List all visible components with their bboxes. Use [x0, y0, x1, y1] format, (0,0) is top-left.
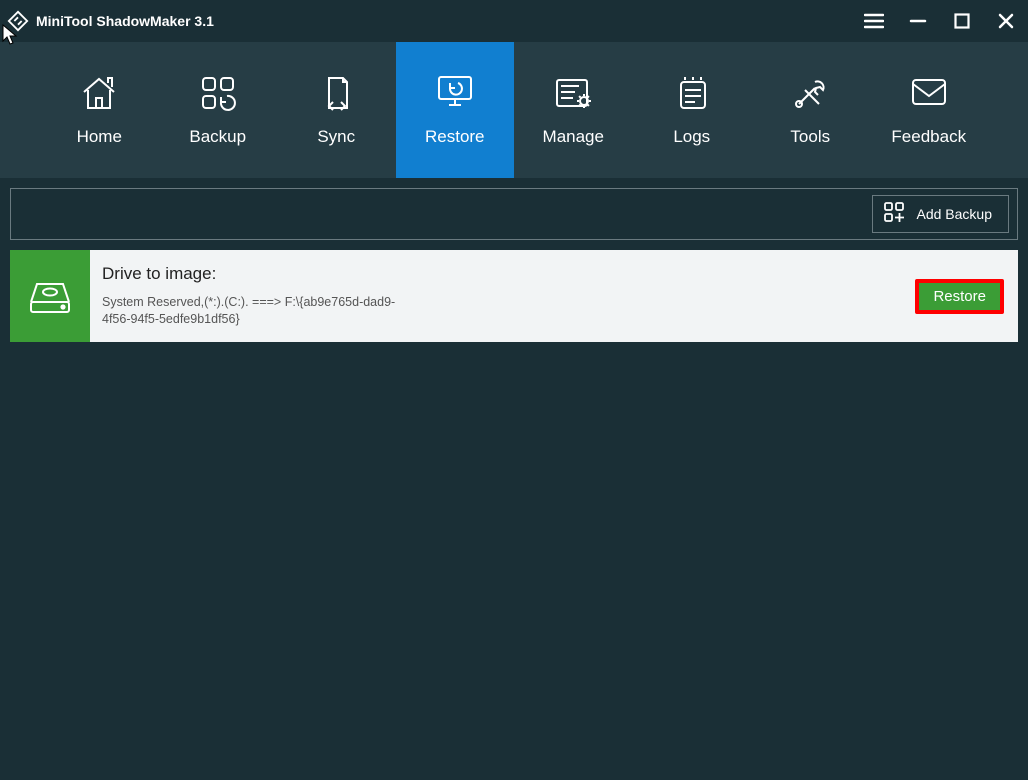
nav-label: Logs	[673, 127, 710, 147]
add-backup-label: Add Backup	[917, 206, 993, 222]
maximize-button[interactable]	[940, 0, 984, 42]
nav-item-tools[interactable]: Tools	[751, 42, 870, 178]
nav-label: Restore	[425, 127, 485, 147]
backup-icon	[196, 73, 240, 113]
home-icon	[77, 73, 121, 113]
titlebar: MiniTool ShadowMaker 3.1	[0, 0, 1028, 42]
nav-item-backup[interactable]: Backup	[159, 42, 278, 178]
backup-list-item: Drive to image: System Reserved,(*:).(C:…	[10, 250, 1018, 342]
add-backup-button[interactable]: Add Backup	[872, 195, 1010, 233]
feedback-icon	[907, 73, 951, 113]
add-backup-icon	[883, 201, 907, 228]
nav-item-feedback[interactable]: Feedback	[870, 42, 989, 178]
backup-list: Drive to image: System Reserved,(*:).(C:…	[10, 250, 1018, 342]
nav-item-restore[interactable]: Restore	[396, 42, 515, 178]
nav-label: Sync	[317, 127, 355, 147]
drive-icon	[10, 250, 90, 342]
backup-item-actions: Restore	[915, 250, 1018, 342]
close-button[interactable]	[984, 0, 1028, 42]
nav-item-sync[interactable]: Sync	[277, 42, 396, 178]
backup-item-title: Drive to image:	[102, 264, 901, 284]
menu-button[interactable]	[852, 0, 896, 42]
manage-icon	[551, 73, 595, 113]
main-nav: Home Backup Sync	[0, 42, 1028, 178]
nav-label: Feedback	[891, 127, 966, 147]
tools-icon	[788, 73, 832, 113]
backup-item-detail: System Reserved,(*:).(C:). ===> F:\{ab9e…	[102, 294, 402, 329]
nav-label: Manage	[543, 127, 604, 147]
app-title: MiniTool ShadowMaker 3.1	[36, 13, 214, 29]
backup-item-content: Drive to image: System Reserved,(*:).(C:…	[90, 250, 915, 342]
restore-button[interactable]: Restore	[915, 279, 1004, 314]
nav-label: Home	[77, 127, 122, 147]
nav-label: Backup	[189, 127, 246, 147]
app-logo-icon	[6, 9, 30, 33]
toolbar: Add Backup	[10, 188, 1018, 240]
nav-item-manage[interactable]: Manage	[514, 42, 633, 178]
app-window: MiniTool ShadowMaker 3.1 Home	[0, 0, 1028, 780]
nav-item-home[interactable]: Home	[40, 42, 159, 178]
sync-icon	[314, 73, 358, 113]
nav-label: Tools	[790, 127, 830, 147]
logs-icon	[670, 73, 714, 113]
nav-item-logs[interactable]: Logs	[633, 42, 752, 178]
restore-icon	[433, 73, 477, 113]
minimize-button[interactable]	[896, 0, 940, 42]
